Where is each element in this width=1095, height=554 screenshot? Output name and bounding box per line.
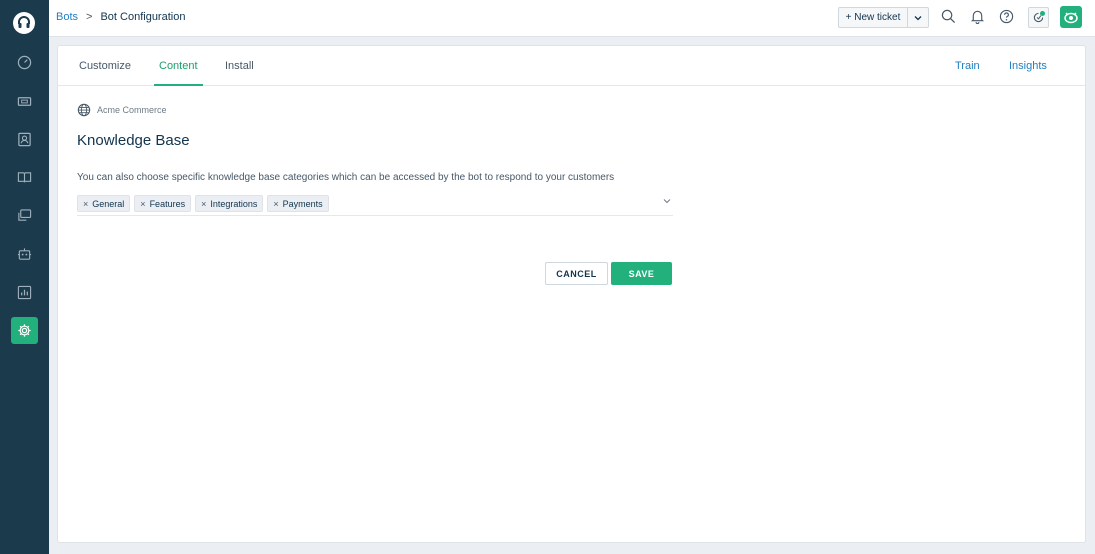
bot-configuration-card: Customize Content Install Train Insights… xyxy=(57,45,1086,543)
breadcrumb-bots-link[interactable]: Bots xyxy=(56,11,78,23)
notifications-button[interactable] xyxy=(970,9,986,25)
new-ticket-split-button: + New ticket xyxy=(838,7,929,28)
apps-button[interactable] xyxy=(1028,7,1049,28)
nav-solutions[interactable] xyxy=(0,162,49,192)
user-avatar-icon xyxy=(1064,12,1078,24)
tab-bar: Customize Content Install Train Insights xyxy=(58,46,1085,86)
reports-icon xyxy=(17,285,32,299)
avatar[interactable] xyxy=(1060,6,1082,28)
nav-reports[interactable] xyxy=(0,277,49,307)
globe-icon xyxy=(77,103,91,117)
new-ticket-button[interactable]: + New ticket xyxy=(839,8,908,27)
chip-label: General xyxy=(92,198,125,209)
section-description: You can also choose specific knowledge b… xyxy=(77,172,615,183)
chip-payments: × Payments xyxy=(267,195,329,212)
nav-forums[interactable] xyxy=(0,200,49,230)
page-title: Bot Configuration xyxy=(100,11,186,23)
logo[interactable] xyxy=(13,12,35,34)
left-rail xyxy=(0,0,49,554)
nav-bots[interactable] xyxy=(0,239,49,269)
save-button[interactable]: SAVE xyxy=(611,262,672,285)
tab-customize[interactable]: Customize xyxy=(79,46,131,86)
nav-dashboard[interactable] xyxy=(0,47,49,77)
tab-insights[interactable]: Insights xyxy=(1009,46,1047,86)
contact-icon xyxy=(18,132,31,146)
bell-icon xyxy=(970,10,985,25)
chip-features: × Features xyxy=(134,195,192,212)
ticket-icon xyxy=(17,96,32,106)
bot-name: Acme Commerce xyxy=(97,105,167,115)
book-icon xyxy=(17,171,32,182)
chevron-down-icon xyxy=(914,15,922,20)
nav-admin[interactable] xyxy=(11,317,38,344)
chat-icon xyxy=(18,208,32,221)
cancel-button[interactable]: CANCEL xyxy=(545,262,608,285)
chip-integrations: × Integrations xyxy=(195,195,264,212)
bot-name-row: Acme Commerce xyxy=(77,103,167,117)
headset-icon xyxy=(18,16,30,28)
chip-remove-button[interactable]: × xyxy=(83,199,88,209)
help-button[interactable] xyxy=(999,9,1015,25)
category-multiselect[interactable]: × General × Features × Integrations × Paymen… xyxy=(77,192,673,216)
chip-general: × General xyxy=(77,195,131,212)
chevron-down-icon[interactable] xyxy=(663,198,671,204)
top-bar: Bots > Bot Configuration + New ticket xyxy=(49,0,1095,37)
apps-status-dot xyxy=(1040,11,1045,16)
dashboard-icon xyxy=(17,55,32,69)
tab-train[interactable]: Train xyxy=(955,46,980,86)
search-button[interactable] xyxy=(941,9,957,25)
chip-remove-button[interactable]: × xyxy=(201,199,206,209)
tab-content[interactable]: Content xyxy=(154,46,203,86)
nav-contacts[interactable] xyxy=(0,124,49,154)
chip-label: Features xyxy=(149,198,186,209)
gear-icon xyxy=(18,324,31,337)
search-icon xyxy=(941,9,956,24)
bot-icon xyxy=(17,247,32,260)
new-ticket-dropdown[interactable] xyxy=(908,8,928,27)
chip-label: Integrations xyxy=(210,198,258,209)
breadcrumb-separator: > xyxy=(86,11,93,23)
chip-label: Payments xyxy=(282,198,323,209)
chip-remove-button[interactable]: × xyxy=(273,199,278,209)
tab-install[interactable]: Install xyxy=(225,46,254,86)
nav-tickets[interactable] xyxy=(0,86,49,116)
help-icon xyxy=(999,9,1014,24)
breadcrumb: Bots > Bot Configuration xyxy=(56,11,185,23)
section-heading: Knowledge Base xyxy=(77,132,190,149)
chip-remove-button[interactable]: × xyxy=(140,199,145,209)
